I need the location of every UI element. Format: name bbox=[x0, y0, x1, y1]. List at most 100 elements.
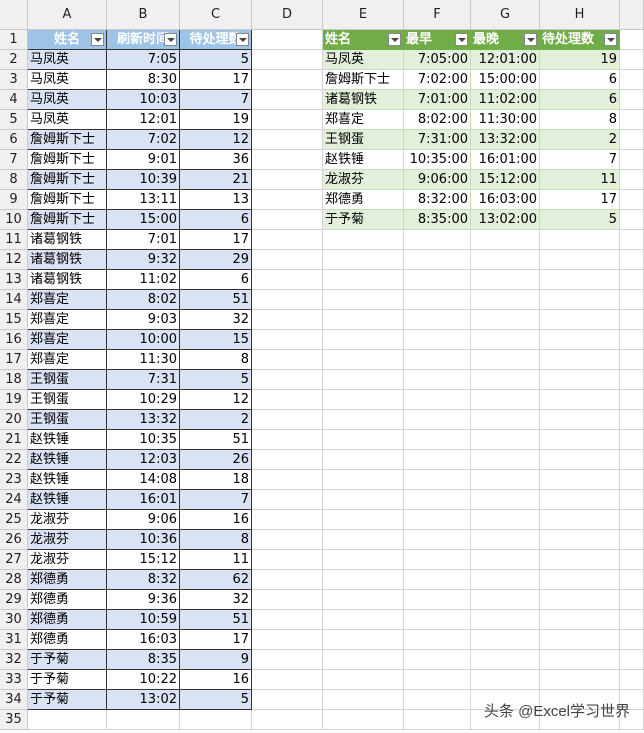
table1-cell[interactable]: 赵铁锤 bbox=[28, 450, 107, 470]
table1-cell[interactable]: 9:36 bbox=[107, 590, 180, 610]
cell[interactable] bbox=[540, 450, 620, 470]
row-header[interactable]: 26 bbox=[0, 530, 28, 550]
cell[interactable] bbox=[471, 390, 540, 410]
row-header[interactable]: 32 bbox=[0, 650, 28, 670]
cell[interactable] bbox=[620, 170, 644, 190]
cell[interactable] bbox=[252, 470, 323, 490]
cell[interactable] bbox=[323, 450, 404, 470]
table1-header[interactable]: 刷新时间 bbox=[107, 30, 180, 50]
cell[interactable] bbox=[620, 410, 644, 430]
cell[interactable] bbox=[620, 250, 644, 270]
table1-cell[interactable]: 詹姆斯下士 bbox=[28, 210, 107, 230]
cell[interactable] bbox=[471, 550, 540, 570]
cell[interactable] bbox=[252, 330, 323, 350]
cell[interactable] bbox=[323, 690, 404, 710]
cell[interactable] bbox=[252, 250, 323, 270]
table1-cell[interactable]: 62 bbox=[180, 570, 252, 590]
cell[interactable] bbox=[404, 590, 471, 610]
cell[interactable] bbox=[540, 290, 620, 310]
table1-cell[interactable]: 10:29 bbox=[107, 390, 180, 410]
cell[interactable] bbox=[540, 330, 620, 350]
cell[interactable] bbox=[323, 650, 404, 670]
cell[interactable] bbox=[471, 570, 540, 590]
filter-dropdown-icon[interactable] bbox=[164, 33, 177, 46]
cell[interactable] bbox=[404, 230, 471, 250]
table1-header[interactable]: 姓名 bbox=[28, 30, 107, 50]
row-header[interactable]: 12 bbox=[0, 250, 28, 270]
cell[interactable] bbox=[620, 450, 644, 470]
cell[interactable] bbox=[471, 470, 540, 490]
cell[interactable] bbox=[404, 530, 471, 550]
filter-dropdown-icon[interactable] bbox=[388, 33, 401, 46]
cell[interactable] bbox=[540, 470, 620, 490]
table1-cell[interactable]: 龙淑芬 bbox=[28, 510, 107, 530]
cell[interactable] bbox=[620, 230, 644, 250]
table1-cell[interactable]: 26 bbox=[180, 450, 252, 470]
column-header-D[interactable]: D bbox=[252, 0, 323, 30]
cell[interactable] bbox=[471, 610, 540, 630]
cell[interactable] bbox=[471, 250, 540, 270]
table2-cell[interactable]: 16:03:00 bbox=[471, 190, 540, 210]
table1-cell[interactable]: 12:03 bbox=[107, 450, 180, 470]
table1-cell[interactable]: 赵铁锤 bbox=[28, 430, 107, 450]
cell[interactable] bbox=[471, 630, 540, 650]
table2-cell[interactable]: 10:35:00 bbox=[404, 150, 471, 170]
table1-cell[interactable]: 郑德勇 bbox=[28, 570, 107, 590]
table2-cell[interactable]: 12:01:00 bbox=[471, 50, 540, 70]
table1-cell[interactable]: 詹姆斯下士 bbox=[28, 190, 107, 210]
table1-cell[interactable]: 15:00 bbox=[107, 210, 180, 230]
column-header-C[interactable]: C bbox=[180, 0, 252, 30]
cell[interactable] bbox=[323, 270, 404, 290]
table1-cell[interactable]: 51 bbox=[180, 430, 252, 450]
table2-cell[interactable]: 13:32:00 bbox=[471, 130, 540, 150]
table1-cell[interactable]: 于予菊 bbox=[28, 670, 107, 690]
column-header-B[interactable]: B bbox=[107, 0, 180, 30]
cell[interactable] bbox=[471, 430, 540, 450]
filter-dropdown-icon[interactable] bbox=[604, 33, 617, 46]
cell[interactable] bbox=[620, 350, 644, 370]
cell[interactable] bbox=[180, 710, 252, 730]
table1-cell[interactable]: 13 bbox=[180, 190, 252, 210]
cell[interactable] bbox=[471, 670, 540, 690]
table1-cell[interactable]: 马凤英 bbox=[28, 110, 107, 130]
cell[interactable] bbox=[404, 310, 471, 330]
cell[interactable] bbox=[620, 310, 644, 330]
table1-cell[interactable]: 12:01 bbox=[107, 110, 180, 130]
cell[interactable] bbox=[404, 410, 471, 430]
cell[interactable] bbox=[620, 330, 644, 350]
cell[interactable] bbox=[620, 470, 644, 490]
row-header[interactable]: 17 bbox=[0, 350, 28, 370]
table2-cell[interactable]: 7:31:00 bbox=[404, 130, 471, 150]
table2-cell[interactable]: 6 bbox=[540, 70, 620, 90]
table1-cell[interactable]: 13:02 bbox=[107, 690, 180, 710]
table1-cell[interactable]: 21 bbox=[180, 170, 252, 190]
table1-cell[interactable]: 36 bbox=[180, 150, 252, 170]
row-header[interactable]: 19 bbox=[0, 390, 28, 410]
table1-cell[interactable]: 18 bbox=[180, 470, 252, 490]
table2-cell[interactable]: 7:02:00 bbox=[404, 70, 471, 90]
row-header[interactable]: 34 bbox=[0, 690, 28, 710]
table2-cell[interactable]: 马凤英 bbox=[323, 50, 404, 70]
cell[interactable] bbox=[620, 510, 644, 530]
cell[interactable] bbox=[620, 270, 644, 290]
table2-header[interactable]: 姓名 bbox=[323, 30, 404, 50]
table2-cell[interactable]: 赵铁锤 bbox=[323, 150, 404, 170]
cell[interactable] bbox=[252, 650, 323, 670]
row-header[interactable]: 2 bbox=[0, 50, 28, 70]
table1-cell[interactable]: 17 bbox=[180, 70, 252, 90]
cell[interactable] bbox=[252, 390, 323, 410]
table1-cell[interactable]: 11:02 bbox=[107, 270, 180, 290]
table2-cell[interactable]: 15:12:00 bbox=[471, 170, 540, 190]
column-header-H[interactable]: H bbox=[540, 0, 620, 30]
table1-cell[interactable]: 15 bbox=[180, 330, 252, 350]
cell[interactable] bbox=[252, 210, 323, 230]
table1-cell[interactable]: 7 bbox=[180, 90, 252, 110]
table1-cell[interactable]: 11 bbox=[180, 550, 252, 570]
table1-cell[interactable]: 詹姆斯下士 bbox=[28, 150, 107, 170]
cell[interactable] bbox=[471, 290, 540, 310]
table1-cell[interactable]: 郑喜定 bbox=[28, 290, 107, 310]
table2-header[interactable]: 最早 bbox=[404, 30, 471, 50]
cell[interactable] bbox=[252, 130, 323, 150]
table2-cell[interactable]: 17 bbox=[540, 190, 620, 210]
table2-cell[interactable]: 郑喜定 bbox=[323, 110, 404, 130]
